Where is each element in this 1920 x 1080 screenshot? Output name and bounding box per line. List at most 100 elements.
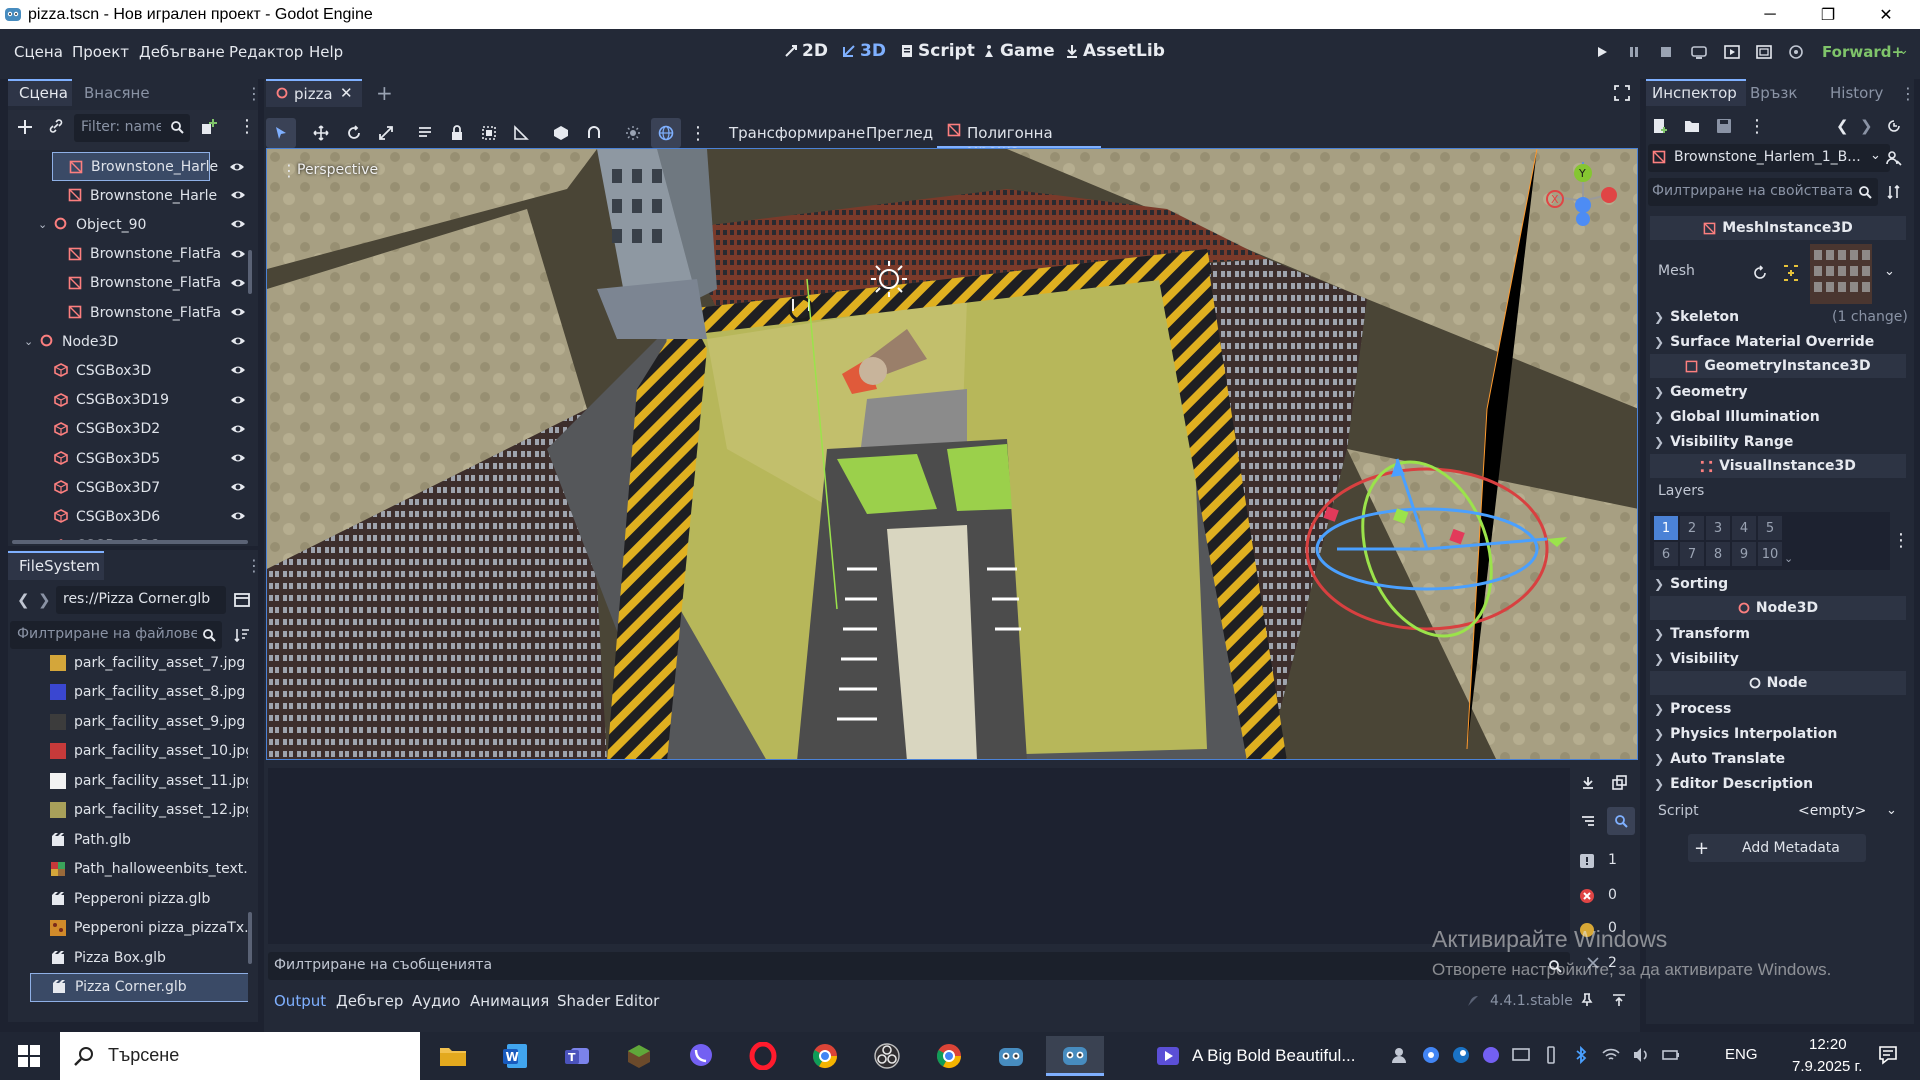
tray-volume-icon[interactable] bbox=[1632, 1046, 1650, 1064]
minecraft-icon[interactable] bbox=[618, 1036, 660, 1076]
file-explorer-icon[interactable] bbox=[432, 1036, 474, 1076]
godot-editor-taskbar-icon[interactable] bbox=[1046, 1036, 1104, 1076]
minimize-button[interactable]: ─ bbox=[1741, 0, 1799, 29]
scene-tree-node[interactable]: CSGBox3D5 bbox=[18, 444, 254, 473]
sort-icon[interactable] bbox=[234, 627, 250, 643]
scene-more-icon[interactable]: ⋮ bbox=[238, 116, 256, 137]
play-scene-icon[interactable] bbox=[1724, 44, 1740, 60]
open-folder-icon[interactable] bbox=[1684, 118, 1700, 134]
workspace-assetlib-button[interactable]: AssetLib bbox=[1065, 41, 1165, 61]
scene-tree-node[interactable]: ⌄ Object_90 bbox=[18, 210, 254, 239]
chevron-down-icon[interactable]: ⌄ bbox=[1898, 43, 1909, 58]
geometry-section[interactable]: ❯ Geometry bbox=[1654, 379, 1904, 404]
sun-preview-icon[interactable] bbox=[618, 118, 648, 148]
scene-tree-node[interactable]: CSGBox3D19 bbox=[18, 386, 254, 415]
scene-tree-node[interactable]: CSGBox3D2 bbox=[18, 415, 254, 444]
fs-filter-input[interactable]: Филтриране на файловете bbox=[10, 621, 222, 649]
inspector-menu-icon[interactable]: ⋮ bbox=[1900, 84, 1916, 103]
tray-battery-icon[interactable] bbox=[1662, 1046, 1680, 1064]
move-mode-icon[interactable] bbox=[306, 118, 336, 148]
file-item[interactable]: park_facility_asset_9.jpg bbox=[30, 707, 248, 736]
movie-maker-icon[interactable] bbox=[1788, 44, 1804, 60]
chevron-down-icon[interactable]: ⌄ bbox=[1784, 552, 1793, 565]
search-toggle-button[interactable] bbox=[1607, 807, 1635, 835]
layers-more-icon[interactable]: ⋮ bbox=[1892, 530, 1910, 551]
scene-tree-node[interactable]: Brownstone_Harle bbox=[18, 181, 254, 210]
layer-toggle[interactable]: 8 bbox=[1706, 542, 1730, 566]
tab-output[interactable]: Output bbox=[274, 992, 326, 1010]
fs-path-input[interactable]: res://Pizza Corner.glb bbox=[56, 586, 226, 614]
visibility-eye-icon[interactable] bbox=[230, 450, 246, 466]
chrome-icon[interactable] bbox=[804, 1036, 846, 1076]
tray-usb-icon[interactable] bbox=[1542, 1046, 1560, 1064]
tab-debugger[interactable]: Дебъгер bbox=[336, 992, 403, 1010]
visibility-section[interactable]: ❯ Visibility bbox=[1654, 646, 1904, 671]
visibility-range-section[interactable]: ❯ Visibility Range bbox=[1654, 429, 1904, 454]
visibility-eye-icon[interactable] bbox=[230, 246, 246, 262]
viewport-perspective-label[interactable]: Perspective bbox=[297, 162, 378, 178]
global-illumination-section[interactable]: ❯ Global Illumination bbox=[1654, 404, 1904, 429]
file-item[interactable]: Pizza Box.glb bbox=[30, 943, 248, 972]
surface-material-section[interactable]: ❯ Surface Material Override bbox=[1654, 329, 1904, 354]
property-sort-icon[interactable] bbox=[1886, 184, 1902, 200]
error-filter-icon[interactable] bbox=[1579, 888, 1595, 904]
workspace-3d-button[interactable]: 3D bbox=[842, 41, 886, 61]
tray-viber-icon[interactable] bbox=[1482, 1046, 1500, 1064]
duplicate-icon[interactable] bbox=[1612, 775, 1628, 791]
play-custom-scene-icon[interactable] bbox=[1756, 44, 1772, 60]
word-icon[interactable]: W bbox=[494, 1036, 536, 1076]
scene-tree-hscrollbar[interactable] bbox=[12, 540, 248, 544]
visibility-eye-icon[interactable] bbox=[230, 304, 246, 320]
file-item[interactable]: Pepperoni pizza.glb bbox=[30, 884, 248, 913]
workspace-2d-button[interactable]: 2D bbox=[784, 41, 828, 61]
distraction-free-icon[interactable] bbox=[1614, 85, 1630, 101]
workspace-script-button[interactable]: Script bbox=[900, 41, 975, 61]
message-filter-icon[interactable] bbox=[1579, 853, 1595, 869]
history-back-icon[interactable]: ❮ bbox=[1836, 117, 1849, 135]
tab-history[interactable]: History bbox=[1830, 84, 1883, 102]
property-filter-input[interactable]: Филтриране на свойствата bbox=[1648, 178, 1878, 206]
opera-icon[interactable] bbox=[742, 1036, 784, 1076]
fs-menu-icon[interactable]: ⋮ bbox=[246, 556, 262, 575]
tab-import[interactable]: Внасяне bbox=[84, 84, 150, 102]
environment-preview-icon[interactable] bbox=[651, 118, 681, 148]
tab-audio[interactable]: Аудио bbox=[412, 992, 460, 1010]
close-tab-icon[interactable]: ✕ bbox=[340, 84, 353, 102]
physics-interpolation-section[interactable]: ❯ Physics Interpolation bbox=[1654, 721, 1904, 746]
resource-more-icon[interactable]: ⋮ bbox=[1748, 116, 1766, 137]
save-icon[interactable] bbox=[1716, 118, 1732, 134]
add-tab-icon[interactable]: + bbox=[376, 81, 393, 105]
select-mode-icon[interactable] bbox=[266, 118, 296, 148]
tab-signals[interactable]: Връзк bbox=[1750, 84, 1797, 102]
expand-arrow-icon[interactable]: ⌄ bbox=[38, 218, 47, 231]
mesh-menu[interactable]: Полигонна мрежа bbox=[937, 112, 1101, 160]
input-language[interactable]: ENG bbox=[1725, 1046, 1758, 1063]
tray-chrome-icon[interactable] bbox=[1422, 1046, 1440, 1064]
forward-icon[interactable]: ❯ bbox=[38, 591, 51, 609]
workspace-game-button[interactable]: Game bbox=[982, 41, 1055, 61]
viewport-more-icon[interactable]: ⋮ bbox=[683, 118, 713, 148]
notifications-icon[interactable] bbox=[1878, 1045, 1898, 1065]
layer-toggle[interactable]: 10 bbox=[1758, 542, 1782, 566]
clock-date[interactable]: 7.9.2025 г. bbox=[1792, 1058, 1862, 1075]
new-resource-icon[interactable] bbox=[1652, 118, 1668, 134]
scale-mode-icon[interactable] bbox=[371, 118, 401, 148]
file-item[interactable]: park_facility_asset_8.jpg bbox=[30, 678, 248, 707]
3d-viewport[interactable]: ⋮ Perspective YX bbox=[266, 148, 1638, 760]
layer-toggle[interactable]: 5 bbox=[1758, 516, 1782, 540]
editor-description-section[interactable]: ❯ Editor Description bbox=[1654, 771, 1904, 796]
scene-tree-node[interactable]: CSGBox3D bbox=[18, 356, 254, 385]
layer-toggle[interactable]: 9 bbox=[1732, 542, 1756, 566]
snap-icon[interactable] bbox=[579, 118, 609, 148]
copy-icon[interactable] bbox=[1580, 775, 1596, 791]
group-icon[interactable] bbox=[474, 118, 504, 148]
scene-tree-scrollbar[interactable] bbox=[248, 250, 252, 294]
expand-arrow-icon[interactable]: ⌄ bbox=[24, 335, 33, 348]
back-icon[interactable]: ❮ bbox=[17, 591, 30, 609]
layer-toggle[interactable]: 6 bbox=[1654, 542, 1678, 566]
pause-icon[interactable] bbox=[1627, 45, 1641, 59]
mesh-preview-thumbnail[interactable] bbox=[1810, 244, 1872, 304]
media-title[interactable]: A Big Bold Beautiful... bbox=[1192, 1046, 1356, 1066]
file-item[interactable]: park_facility_asset_11.jpg bbox=[30, 766, 248, 795]
visibility-eye-icon[interactable] bbox=[230, 392, 246, 408]
